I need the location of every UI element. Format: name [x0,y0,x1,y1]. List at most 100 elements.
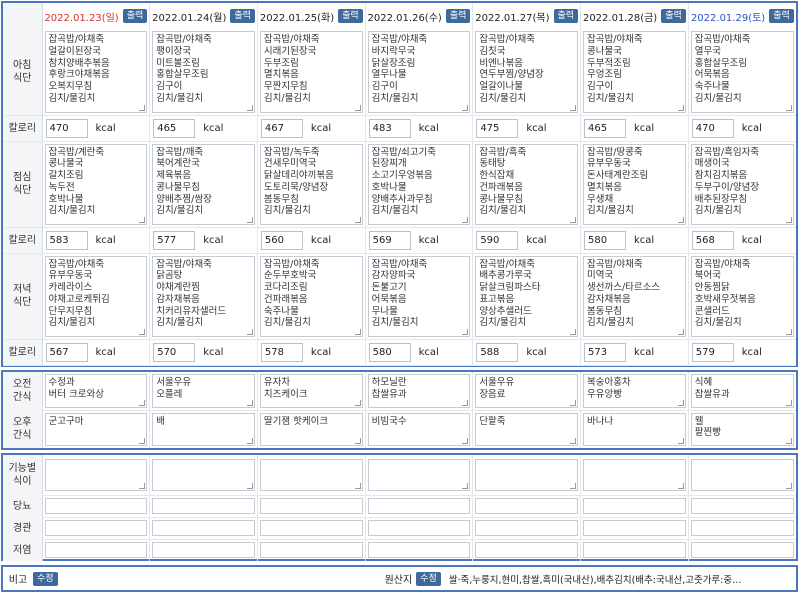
snack-row: 오전 간식 수정과 버터 크로와상 서울우유 오플레 유자차 치즈케이크 하모닐란 찹쌀… [3,372,796,410]
diet-type-input[interactable] [475,498,579,514]
print-button[interactable]: 출력 [122,9,148,23]
date-label: 2022.01.27(목) [475,12,550,24]
calorie-input[interactable]: 475 [476,118,519,138]
diet-type-input[interactable] [152,520,255,536]
calorie-input[interactable]: 465 [153,118,196,138]
menu-textarea[interactable]: 잡곡밥/야채죽 미역국 생선까스/타르소스 감자채볶음 봄동무침 김치/물김치 [583,255,686,337]
calorie-input[interactable]: 467 [260,118,303,138]
snack-textarea[interactable]: 단팥죽 [475,412,579,446]
diet-type-input[interactable] [690,498,794,514]
menu-textarea[interactable]: 잡곡밥/야채죽 순두부호박국 코다리조림 건파래볶음 숙주나물 김치/물김치 [259,255,363,337]
snack-textarea[interactable]: 배 [152,412,255,446]
menu-textarea[interactable]: 잡곡밥/야채죽 닭곰탕 야채계란찜 감자채볶음 치커리유자샐러드 김치/물김치 [152,255,255,337]
diet-type-input[interactable] [690,520,794,536]
snack-textarea[interactable]: 식혜 찹쌀유과 [690,374,794,408]
diet-type-input[interactable] [583,498,686,514]
snack-cell: 단팥죽 [472,409,581,448]
snack-textarea[interactable]: 바나나 [583,412,686,446]
calorie-input[interactable]: 560 [260,230,303,250]
menu-textarea[interactable]: 잡곡밥/땅콩죽 유부우동국 돈사태계란조림 멸치볶음 무생채 김치/물김치 [583,143,686,225]
print-button[interactable]: 출력 [230,9,255,23]
menu-textarea[interactable]: 잡곡밥/야채죽 바지락무국 닭살장조림 열무나물 김구이 김치/물김치 [367,31,471,113]
calorie-input[interactable]: 580 [584,230,627,250]
calorie-input[interactable]: 570 [153,342,196,362]
diet-type-cell [149,516,258,539]
calorie-input[interactable]: 590 [476,230,519,250]
snack-textarea[interactable]: 수정과 버터 크로와상 [44,374,148,408]
menu-textarea[interactable]: 잡곡밥/야채죽 유부우동국 카레라이스 야채고로케튀김 단무지무침 김치/물김치 [44,255,148,337]
print-button[interactable]: 출력 [338,9,363,23]
calorie-input[interactable]: 465 [584,118,627,138]
diet-type-input[interactable] [367,542,471,559]
snack-textarea[interactable]: 서울우유 오플레 [152,374,255,408]
menu-cell: 잡곡밥/야채죽 콩나물국 두부적조림 우엉조림 김구이 김치/물김치 [580,29,689,115]
menu-textarea[interactable]: 잡곡밥/야채죽 팽이장국 미트볼조림 홍합살무조림 김구이 김치/물김치 [152,31,255,113]
snack-textarea[interactable]: 군고구마 [44,412,148,446]
menu-textarea[interactable]: 잡곡밥/야채죽 콩나물국 두부적조림 우엉조림 김구이 김치/물김치 [583,31,686,113]
menu-textarea[interactable]: 잡곡밥/흑죽 동태탕 한식잡채 건파래볶음 콩나물무침 김치/물김치 [475,143,579,225]
diet-type-input[interactable] [152,542,255,559]
menu-textarea[interactable]: 잡곡밥/야채죽 김칫국 비엔나볶음 연두부찜/양념장 얼갈이나물 김치/물김치 [475,31,579,113]
calorie-input[interactable]: 583 [45,230,88,250]
functional-textarea[interactable] [475,458,579,491]
menu-textarea[interactable]: 잡곡밥/야채죽 얼갈이된장국 참치양배추볶음 후랑크야채볶음 오복지무침 김치/… [44,31,148,113]
menu-textarea[interactable]: 잡곡밥/계란죽 콩나물국 갈치조림 녹두전 호박나물 김치/물김치 [44,143,148,225]
diet-type-input[interactable] [583,542,686,559]
print-button[interactable]: 출력 [769,9,794,23]
diet-type-input[interactable] [583,520,686,536]
calorie-input[interactable]: 580 [368,342,411,362]
menu-textarea[interactable]: 잡곡밥/야채죽 열무국 홍합살무조림 어묵볶음 숙주나물 김치/물김치 [690,31,794,113]
origin-edit-button[interactable]: 수정 [416,571,441,586]
functional-textarea[interactable] [583,458,686,491]
diet-type-input[interactable] [475,542,579,559]
functional-textarea[interactable] [44,458,148,491]
snack-row: 오후 간식 군고구마 배 딸기잼 핫케이크 비빔국수 단팥죽 바나나 웰 팥찐빵 [3,409,796,448]
calorie-input[interactable]: 573 [584,342,627,362]
snack-textarea[interactable]: 유자차 치즈케이크 [259,374,363,408]
diet-type-input[interactable] [259,498,363,514]
menu-textarea[interactable]: 잡곡밥/녹두죽 건새우미역국 닭살데리야끼볶음 도토리묵/양념장 봄동무침 김치… [259,143,363,225]
calorie-input[interactable]: 567 [45,342,88,362]
snack-textarea[interactable]: 복숭아홍차 우유앙빵 [583,374,686,408]
diet-type-input[interactable] [475,520,579,536]
snack-textarea[interactable]: 서울우유 장음료 [475,374,579,408]
calorie-input[interactable]: 569 [368,230,411,250]
diet-type-input[interactable] [367,498,471,514]
meal-plan-block: 2022.01.23(일) 출력 2022.01.24(월) 출력 2022.01.25… [1,1,798,367]
note-edit-button[interactable]: 수정 [33,571,58,586]
menu-textarea[interactable]: 잡곡밥/깨죽 북어계란국 제육볶음 콩나물무침 양배추찜/쌈장 김치/물김치 [152,143,255,225]
functional-textarea[interactable] [259,458,363,491]
menu-textarea[interactable]: 잡곡밥/야채죽 배추콩가루국 닭살크림파스타 표고볶음 양상추샐러드 김치/물김… [475,255,579,337]
diet-type-input[interactable] [44,520,148,536]
diet-type-input[interactable] [367,520,471,536]
diet-type-input[interactable] [44,498,148,514]
calorie-input[interactable]: 470 [45,118,88,138]
functional-textarea[interactable] [367,458,471,491]
snack-textarea[interactable]: 비빔국수 [367,412,471,446]
diet-type-input[interactable] [259,542,363,559]
menu-textarea[interactable]: 잡곡밥/야채죽 시래기된장국 두부조림 멸치볶음 무짠지무침 김치/물김치 [259,31,363,113]
functional-textarea[interactable] [690,458,794,491]
menu-textarea[interactable]: 잡곡밥/흑임자죽 매생이국 참치김치볶음 두부구이/양념장 배추된장무침 김치/… [690,143,794,225]
menu-textarea[interactable]: 잡곡밥/야채죽 북어국 안동찜닭 호박새우젓볶음 콘샐러드 김치/물김치 [690,255,794,337]
snack-textarea[interactable]: 하모닐란 찹쌀유과 [367,374,471,408]
menu-textarea[interactable]: 잡곡밥/야채죽 감자양파국 돈불고기 어묵볶음 무나물 김치/물김치 [367,255,471,337]
calorie-input[interactable]: 470 [691,118,734,138]
calorie-input[interactable]: 588 [476,342,519,362]
calorie-input[interactable]: 577 [153,230,196,250]
calorie-input[interactable]: 568 [691,230,734,250]
print-button[interactable]: 출력 [445,9,471,23]
diet-type-input[interactable] [690,542,794,559]
menu-textarea[interactable]: 잡곡밥/쇠고기죽 된장찌개 소고기우엉볶음 호박나물 양배추사과무침 김치/물김… [367,143,471,225]
snack-textarea[interactable]: 웰 팥찐빵 [690,412,794,446]
calorie-input[interactable]: 579 [691,342,734,362]
diet-type-input[interactable] [44,542,148,559]
diet-type-input[interactable] [152,498,255,514]
diet-type-input[interactable] [259,520,363,536]
snack-textarea[interactable]: 딸기잼 핫케이크 [259,412,363,446]
print-button[interactable]: 출력 [661,9,686,23]
calorie-input[interactable]: 578 [260,342,303,362]
calorie-input[interactable]: 483 [368,118,411,138]
functional-textarea[interactable] [152,458,255,491]
print-button[interactable]: 출력 [553,9,579,23]
